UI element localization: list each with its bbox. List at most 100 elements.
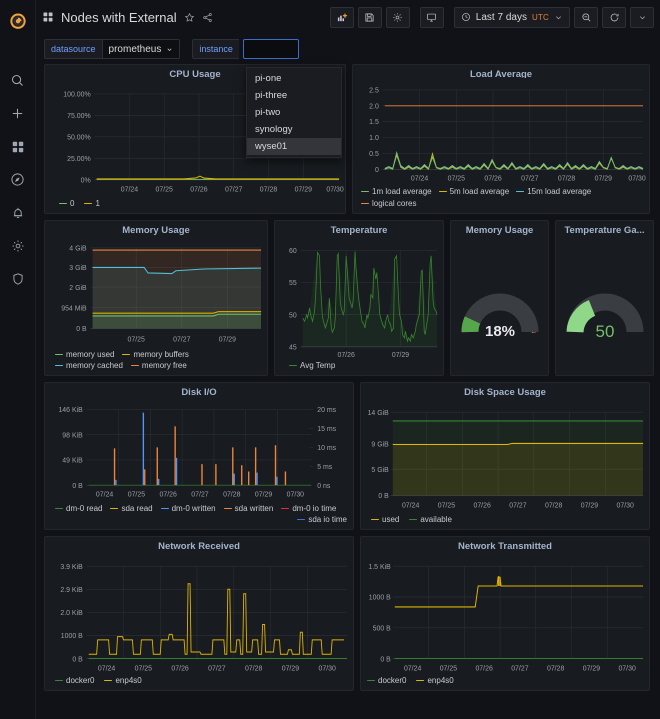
time-range-picker[interactable]: Last 7 days UTC	[454, 7, 570, 28]
dashboard-grid: CPU Usage	[36, 64, 660, 691]
share-icon[interactable]	[202, 12, 213, 23]
save-dashboard-button[interactable]	[358, 7, 382, 28]
explore-icon[interactable]	[0, 163, 36, 196]
panel-disk-io[interactable]: Disk I/O	[44, 382, 354, 530]
panel-memory-usage-graph[interactable]: Memory Usage	[44, 220, 268, 376]
legend-item[interactable]: Avg Temp	[289, 361, 335, 370]
search-icon[interactable]	[0, 64, 36, 97]
dashboard-row-3: Disk I/O	[44, 382, 654, 530]
view-mode-group	[420, 7, 444, 28]
legend-item[interactable]: used	[371, 515, 399, 524]
legend-item[interactable]: memory free	[131, 361, 187, 370]
legend-item[interactable]: docker0	[55, 676, 94, 685]
svg-text:07/27: 07/27	[225, 184, 242, 193]
legend-item[interactable]: memory used	[55, 350, 114, 359]
legend-label: dm-0 read	[66, 504, 102, 513]
temperature-gauge-svg: 50	[559, 266, 651, 344]
svg-text:0 B: 0 B	[72, 482, 83, 490]
panel-temperature-graph[interactable]: Temperature	[274, 220, 444, 376]
star-icon[interactable]	[184, 12, 195, 23]
x-tick-labels: 07/24 07/25 07/26 07/27 07/28 07/29 07/3…	[121, 184, 344, 193]
plot-disk-io: 146 KiB 98 KiB 49 KiB 0 B 20 ms 15 ms 10…	[45, 399, 353, 502]
variable-select-datasource[interactable]: prometheus	[102, 39, 181, 59]
svg-text:0.5: 0.5	[369, 151, 379, 158]
dropdown-option-pi-two[interactable]: pi-two	[247, 104, 341, 121]
chevron-down-icon	[166, 46, 173, 53]
panel-temperature-gauge[interactable]: Temperature Ga... 50	[555, 220, 654, 376]
dropdown-option-pi-three[interactable]: pi-three	[247, 87, 341, 104]
svg-text:07/24: 07/24	[96, 491, 113, 499]
dashboard-settings-button[interactable]	[386, 7, 410, 28]
kiosk-tv-button[interactable]	[420, 7, 444, 28]
dashboard-row-1: CPU Usage	[44, 64, 654, 214]
legend-item[interactable]: dm-0 written	[161, 504, 216, 513]
dashboards-icon[interactable]	[0, 130, 36, 163]
svg-text:07/27: 07/27	[208, 663, 225, 672]
configuration-gear-icon[interactable]	[0, 229, 36, 262]
legend-item[interactable]: sda read	[110, 504, 152, 513]
side-navigation	[0, 0, 36, 719]
legend-item[interactable]: 1	[84, 199, 99, 208]
alerting-bell-icon[interactable]	[0, 196, 36, 229]
refresh-dashboard-button[interactable]	[602, 7, 626, 28]
legend-item[interactable]: memory cached	[55, 361, 123, 370]
dashboard-toolbar: Nodes with External	[36, 0, 660, 34]
legend-item[interactable]: 1m load average	[361, 187, 432, 196]
zoom-out-time-button[interactable]	[574, 7, 598, 28]
toolbar-actions	[330, 7, 410, 28]
series-lines	[395, 576, 643, 659]
grafana-logo[interactable]	[0, 4, 36, 40]
svg-text:07/29: 07/29	[255, 491, 272, 499]
instance-dropdown-menu[interactable]: pi-one pi-three pi-two synology wyse01	[246, 67, 342, 158]
legend-item[interactable]: sda written	[224, 504, 274, 513]
legend-label: dm-0 written	[172, 504, 216, 513]
server-admin-shield-icon[interactable]	[0, 262, 36, 295]
dropdown-option-synology[interactable]: synology	[247, 121, 341, 138]
legend-item[interactable]: 5m load average	[439, 187, 510, 196]
svg-text:07/25: 07/25	[128, 334, 145, 343]
panel-disk-space-usage[interactable]: Disk Space Usage	[360, 382, 650, 530]
svg-text:07/26: 07/26	[171, 663, 188, 672]
svg-text:07/30: 07/30	[318, 663, 335, 672]
refresh-interval-dropdown[interactable]	[630, 7, 654, 28]
panel-network-received[interactable]: Network Received	[44, 536, 354, 691]
svg-text:07/26: 07/26	[484, 175, 502, 182]
page-title[interactable]: Nodes with External	[61, 10, 177, 25]
legend-item[interactable]: enp4s0	[104, 676, 141, 685]
panel-load-average[interactable]: Load Average	[352, 64, 650, 214]
svg-text:07/28: 07/28	[223, 491, 240, 499]
add-panel-button[interactable]	[330, 7, 354, 28]
legend-item[interactable]: 0	[59, 199, 74, 208]
svg-text:3 GiB: 3 GiB	[69, 263, 86, 272]
legend-item[interactable]: enp4s0	[416, 676, 453, 685]
legend-item[interactable]: sda io time	[297, 515, 347, 524]
legend-item[interactable]: logical cores	[361, 199, 416, 208]
legend-item[interactable]: docker0	[367, 676, 406, 685]
plus-icon[interactable]	[0, 97, 36, 130]
svg-text:100.00%: 100.00%	[63, 89, 91, 98]
main-content: Nodes with External	[36, 0, 660, 719]
svg-text:2.0 KiB: 2.0 KiB	[60, 608, 83, 617]
legend-item[interactable]: 15m load average	[516, 187, 591, 196]
time-range-group: Last 7 days UTC	[454, 7, 654, 28]
legend-label: memory cached	[66, 361, 123, 370]
legend-temperature: Avg Temp	[275, 359, 443, 375]
svg-text:07/27: 07/27	[511, 663, 528, 672]
legend-item[interactable]: dm-0 io time	[281, 504, 336, 513]
dashboard-row-2: Memory Usage	[44, 220, 654, 376]
gauge-memory-usage: 18%	[451, 236, 548, 375]
panel-network-transmitted[interactable]: Network Transmitted	[360, 536, 650, 691]
legend-item[interactable]: dm-0 read	[55, 504, 102, 513]
dropdown-option-wyse01[interactable]: wyse01	[247, 138, 341, 155]
legend-load-average: 1m load average 5m load average 15m load…	[353, 185, 649, 213]
legend-item[interactable]: available	[409, 515, 452, 524]
svg-text:1000 B: 1000 B	[61, 631, 83, 640]
panel-memory-usage-gauge[interactable]: Memory Usage 18%	[450, 220, 549, 376]
dropdown-option-pi-one[interactable]: pi-one	[247, 70, 341, 87]
y-tick-labels: 2.5 2.0 1.5 1.0 0.5 0	[369, 87, 379, 173]
disk-io-chart: 146 KiB 98 KiB 49 KiB 0 B 20 ms 15 ms 10…	[45, 399, 353, 502]
svg-text:3.9 KiB: 3.9 KiB	[60, 562, 83, 571]
variable-input-instance[interactable]	[243, 39, 299, 59]
svg-text:07/30: 07/30	[287, 491, 304, 499]
legend-item[interactable]: memory buffers	[122, 350, 188, 359]
